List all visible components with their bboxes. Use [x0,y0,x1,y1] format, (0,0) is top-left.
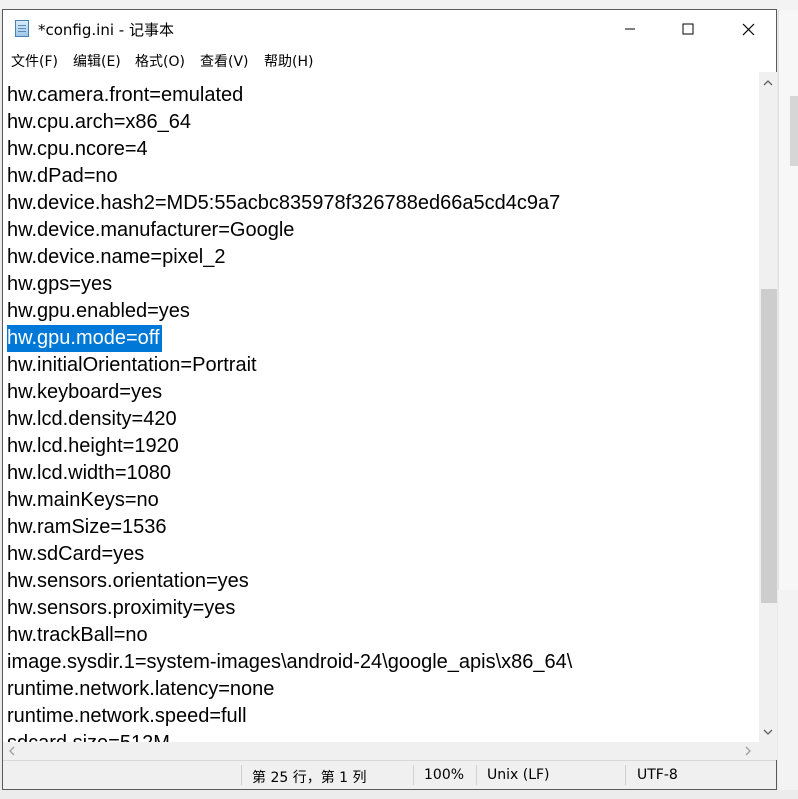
text-line[interactable]: image.sysdir.1=system-images\android-24\… [7,649,572,676]
scroll-up-button[interactable] [759,74,777,91]
title-bar[interactable]: *config.ini - 记事本 [3,10,776,48]
desktop-background-bottom [0,790,798,799]
close-icon [742,23,754,35]
status-separator [241,765,242,785]
background-window-scrollbar [790,96,798,166]
menu-view[interactable]: 查看(V) [200,51,249,71]
scroll-left-button[interactable] [3,742,21,759]
window-title: *config.ini - 记事本 [38,21,174,39]
notepad-icon [15,20,29,37]
text-line[interactable]: hw.lcd.width=1080 [7,460,171,487]
status-encoding: UTF-8 [637,767,678,783]
scroll-down-button[interactable] [759,723,777,740]
maximize-icon [682,23,694,35]
scrollbar-corner [759,742,777,760]
vertical-scroll-thumb[interactable] [761,289,777,603]
text-line[interactable]: hw.lcd.density=420 [7,406,177,433]
text-line[interactable]: runtime.network.latency=none [7,676,274,703]
text-line[interactable]: hw.trackBall=no [7,622,148,649]
text-line[interactable]: hw.camera.front=emulated [7,82,243,109]
text-line[interactable]: hw.mainKeys=no [7,487,159,514]
scroll-right-button[interactable] [739,742,757,759]
text-line[interactable]: hw.gps=yes [7,271,112,298]
chevron-right-icon [745,746,751,755]
text-line[interactable]: hw.initialOrientation=Portrait [7,352,257,379]
status-separator [413,765,414,785]
selected-text-line[interactable]: hw.gpu.mode=off [7,325,162,352]
text-line[interactable]: hw.sensors.proximity=yes [7,595,235,622]
minimize-icon [625,28,635,30]
minimize-button[interactable] [601,10,659,48]
status-bar: 第 25 行，第 1 列 100% Unix (LF) UTF-8 [3,760,776,789]
maximize-button[interactable] [659,10,717,48]
close-button[interactable] [719,10,777,48]
status-cursor-position: 第 25 行，第 1 列 [252,770,367,786]
text-line[interactable]: hw.sdCard=yes [7,541,144,568]
chevron-up-icon [763,79,773,85]
text-line[interactable]: hw.device.manufacturer=Google [7,217,294,244]
text-editor-area[interactable]: hw.camera.front=emulated hw.cpu.arch=x86_… [3,72,759,742]
menu-file[interactable]: 文件(F) [11,51,58,71]
text-line[interactable]: hw.cpu.arch=x86_64 [7,109,191,136]
text-line[interactable]: runtime.network.speed=full [7,703,247,730]
text-line[interactable]: hw.gpu.enabled=yes [7,298,190,325]
horizontal-scrollbar[interactable] [3,742,759,760]
text-line[interactable]: hw.sensors.orientation=yes [7,568,249,595]
menu-bar: 文件(F) 编辑(E) 格式(O) 查看(V) 帮助(H) [3,48,776,72]
menu-format[interactable]: 格式(O) [135,51,185,71]
chevron-down-icon [763,729,773,735]
text-line[interactable]: hw.keyboard=yes [7,379,162,406]
text-line[interactable]: hw.lcd.height=1920 [7,433,179,460]
status-separator [476,765,477,785]
status-line-ending: Unix (LF) [487,767,550,783]
text-line[interactable]: sdcard.size=512M [7,730,170,742]
text-line[interactable]: hw.cpu.ncore=4 [7,136,148,163]
menu-help[interactable]: 帮助(H) [264,51,313,71]
chevron-left-icon [9,746,15,755]
text-line[interactable]: hw.device.hash2=MD5:55acbc835978f326788e… [7,190,560,217]
status-separator [625,765,626,785]
text-line[interactable]: hw.dPad=no [7,163,118,190]
text-line[interactable]: hw.ramSize=1536 [7,514,167,541]
notepad-window: *config.ini - 记事本 文件(F) 编辑(E) 格式(O) 查看(V… [2,9,777,790]
vertical-scrollbar[interactable] [759,72,777,742]
status-zoom: 100% [424,767,465,783]
text-line[interactable]: hw.device.name=pixel_2 [7,244,225,271]
menu-edit[interactable]: 编辑(E) [73,51,121,71]
